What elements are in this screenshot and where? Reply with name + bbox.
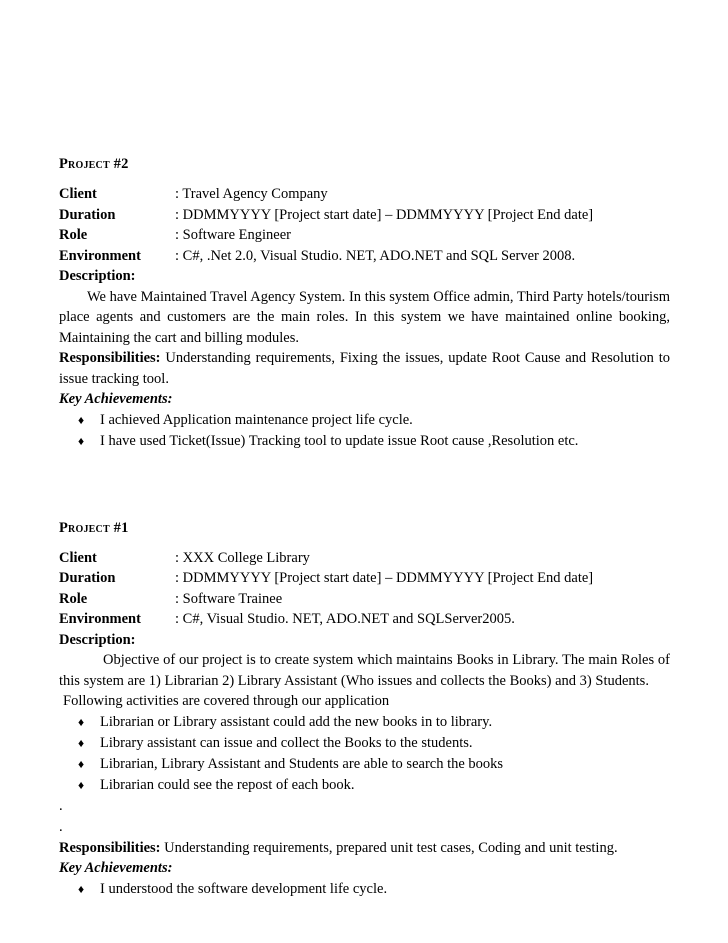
project-heading-2: Project #2	[59, 156, 129, 172]
key-achievements-colon: :	[167, 391, 173, 408]
key-achievements-list-1: ♦ I understood the software development …	[59, 879, 670, 900]
key-achievements-label: Key Achievements:	[59, 858, 670, 879]
list-item-text: Librarian, Library Assistant and Student…	[100, 755, 504, 772]
field-value-role: Software Engineer	[175, 225, 670, 246]
field-row-role: Role Software Engineer	[59, 225, 670, 246]
list-item-text: I achieved Application maintenance proje…	[100, 411, 413, 428]
resume-page: Project #2 Client Travel Agency Company …	[0, 0, 728, 943]
diamond-bullet-icon: ♦	[78, 433, 85, 448]
list-item: ♦ Librarian could see the repost of each…	[59, 775, 670, 796]
responsibilities-label: Responsibilities:	[59, 839, 161, 856]
responsibilities-paragraph: Responsibilities: Understanding requirem…	[59, 348, 670, 389]
key-achievements-colon: :	[167, 860, 173, 877]
field-value-role: Software Trainee	[175, 589, 670, 610]
field-label-environment: Environment	[59, 247, 141, 264]
list-item-text: Librarian could see the repost of each b…	[100, 776, 355, 793]
activities-intro: Following activities are covered through…	[63, 693, 390, 710]
list-item-text: Library assistant can issue and collect …	[100, 734, 473, 751]
field-value-duration: DDMMYYYY [Project start date] – DDMMYYYY…	[175, 205, 670, 226]
list-item: ♦ Library assistant can issue and collec…	[59, 733, 670, 754]
diamond-bullet-icon: ♦	[78, 881, 85, 896]
field-value-environment: C#, Visual Studio. NET, ADO.NET and SQLS…	[175, 609, 670, 630]
field-label-role: Role	[59, 227, 88, 244]
diamond-bullet-icon: ♦	[78, 412, 85, 427]
list-item-text: I understood the software development li…	[100, 880, 388, 897]
description-text: We have Maintained Travel Agency System.…	[59, 288, 670, 346]
project-section-1: Project #1 Client XXX College Library Du…	[59, 519, 670, 900]
field-value-duration: DDMMYYYY [Project start date] – DDMMYYYY…	[175, 568, 670, 589]
field-label-duration: Duration	[59, 206, 116, 223]
field-row-duration: Duration DDMMYYYY [Project start date] –…	[59, 205, 670, 226]
list-item: ♦ I have used Ticket(Issue) Tracking too…	[59, 431, 670, 452]
field-label-client: Client	[59, 549, 97, 566]
list-item: ♦ I achieved Application maintenance pro…	[59, 410, 670, 431]
field-label-environment: Environment	[59, 611, 141, 628]
field-row-client: Client XXX College Library	[59, 548, 670, 569]
field-row-client: Client Travel Agency Company	[59, 184, 670, 205]
field-label-client: Client	[59, 186, 97, 203]
diamond-bullet-icon: ♦	[78, 735, 85, 750]
key-achievements-list-2: ♦ I achieved Application maintenance pro…	[59, 410, 670, 452]
field-label-role: Role	[59, 590, 88, 607]
description-label: Description:	[59, 631, 136, 648]
key-achievements-label-text: Key Achievements	[59, 860, 168, 877]
diamond-bullet-icon: ♦	[78, 714, 85, 729]
activities-list: ♦ Librarian or Library assistant could a…	[59, 712, 670, 796]
list-item-text: Librarian or Library assistant could add…	[100, 713, 493, 730]
project-section-2: Project #2 Client Travel Agency Company …	[59, 155, 670, 452]
diamond-bullet-icon: ♦	[78, 756, 85, 771]
key-achievements-label: Key Achievements:	[59, 389, 670, 410]
key-achievements-label-text: Key Achievements	[59, 391, 168, 408]
field-value-client: Travel Agency Company	[175, 184, 670, 205]
list-item: ♦ Librarian, Library Assistant and Stude…	[59, 754, 670, 775]
trailing-dot-line: .	[59, 818, 63, 835]
description-label: Description:	[59, 268, 136, 285]
field-label-duration: Duration	[59, 570, 116, 587]
field-row-environment: Environment C#, Visual Studio. NET, ADO.…	[59, 609, 670, 630]
list-item-text: I have used Ticket(Issue) Tracking tool …	[100, 432, 579, 449]
trailing-dot-line: .	[59, 797, 63, 814]
field-value-environment: C#, .Net 2.0, Visual Studio. NET, ADO.NE…	[175, 246, 670, 267]
project-heading-1: Project #1	[59, 519, 129, 536]
field-row-duration: Duration DDMMYYYY [Project start date] –…	[59, 568, 670, 589]
responsibilities-label: Responsibilities:	[59, 350, 161, 367]
list-item: ♦ I understood the software development …	[59, 879, 670, 900]
description-text: Objective of our project is to create sy…	[59, 652, 670, 689]
responsibilities-text: Understanding requirements, prepared uni…	[164, 839, 618, 856]
list-item: ♦ Librarian or Library assistant could a…	[59, 712, 670, 733]
document-body: Project #2 Client Travel Agency Company …	[59, 155, 670, 900]
field-value-client: XXX College Library	[175, 548, 670, 569]
diamond-bullet-icon: ♦	[78, 777, 85, 792]
responsibilities-paragraph: Responsibilities: Understanding requirem…	[59, 838, 670, 859]
field-row-role: Role Software Trainee	[59, 589, 670, 610]
field-row-environment: Environment C#, .Net 2.0, Visual Studio.…	[59, 246, 670, 267]
